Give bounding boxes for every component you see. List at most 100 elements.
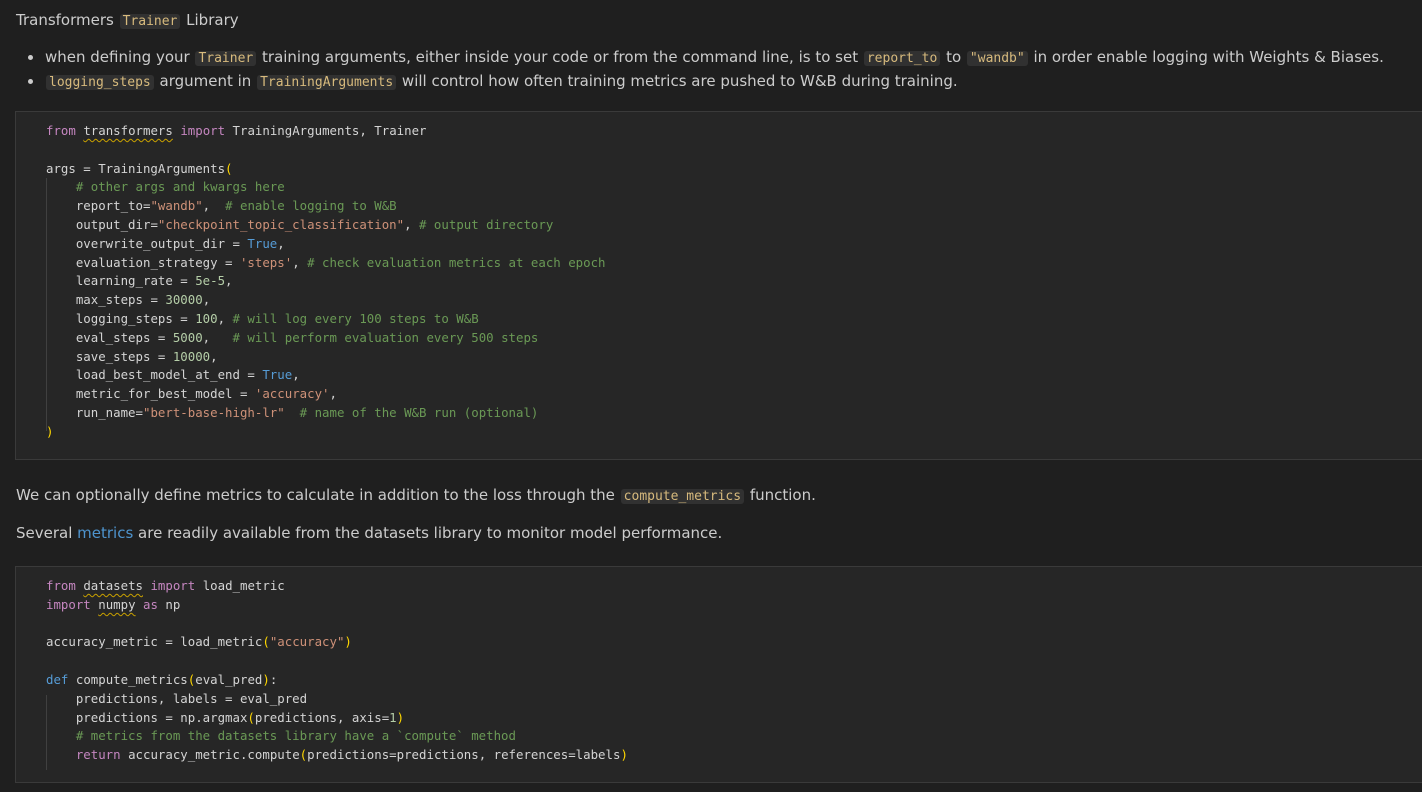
- code-comment: # output directory: [419, 216, 554, 232]
- paragraph-text: We can optionally define metrics to calc…: [16, 486, 620, 504]
- bullet-item-report-to: when defining your Trainer training argu…: [0, 46, 1422, 70]
- bullet-text: to: [941, 48, 966, 66]
- code-cell-compute-metrics[interactable]: from datasets import load_metric import …: [15, 566, 1422, 783]
- bullet-item-logging-steps: logging_steps argument in TrainingArgume…: [0, 70, 1422, 94]
- code-token: ,: [292, 254, 308, 270]
- markdown-paragraph-compute-metrics: We can optionally define metrics to calc…: [16, 484, 816, 508]
- bullet-text: in order enable logging with Weights & B…: [1028, 48, 1384, 66]
- code-editor[interactable]: from transformers import TrainingArgumen…: [16, 112, 1422, 442]
- code-token: run_name=: [75, 404, 143, 420]
- code-keyword: True: [262, 367, 293, 383]
- code-number: 10000: [172, 348, 211, 364]
- code-token: TrainingArguments, Trainer: [232, 123, 427, 138]
- code-token-module: datasets: [83, 578, 143, 593]
- code-comment: # other args and kwargs here: [75, 179, 285, 195]
- code-token: save_steps =: [75, 348, 173, 364]
- code-token: evaluation_strategy =: [75, 254, 240, 270]
- code-token: predictions, labels = eval_pred: [75, 690, 308, 706]
- inline-code-logging-steps: logging_steps: [46, 75, 154, 90]
- inline-code-training-arguments: TrainingArguments: [257, 75, 397, 90]
- bullet-list: when defining your Trainer training argu…: [0, 46, 1422, 94]
- paragraph-text: Several: [16, 524, 78, 542]
- inline-code-trainer: Trainer: [119, 14, 181, 29]
- indent-guide: [46, 695, 47, 770]
- code-token: from: [46, 578, 76, 593]
- code-token: ,: [277, 235, 285, 251]
- code-token: import: [150, 578, 196, 593]
- code-token: as: [143, 596, 158, 612]
- code-token: :: [269, 671, 278, 687]
- code-string: 'accuracy': [254, 386, 330, 402]
- code-token: import: [180, 123, 226, 138]
- code-keyword: def: [46, 671, 69, 687]
- code-token: ,: [404, 216, 420, 232]
- code-token: np: [165, 596, 181, 612]
- code-token-module: transformers: [83, 123, 173, 138]
- code-token: logging_steps =: [75, 310, 196, 326]
- code-number: 5e-5: [195, 273, 226, 289]
- bullet-text: argument in: [154, 72, 257, 90]
- code-token: ,: [202, 292, 211, 308]
- paragraph-text: are readily available from the datasets …: [133, 524, 723, 542]
- code-comment: # name of the W&B run (optional): [299, 404, 539, 420]
- code-token: ,: [217, 310, 233, 326]
- code-token: ,: [329, 386, 337, 402]
- code-token: report_to=: [75, 198, 151, 214]
- inline-code-compute-metrics: compute_metrics: [620, 489, 745, 504]
- code-token: load_best_model_at_end =: [75, 367, 263, 383]
- code-token: predictions = np.argmax: [75, 709, 248, 725]
- code-token: output_dir=: [75, 216, 158, 232]
- code-token: from: [46, 123, 76, 138]
- code-comment: # enable logging to W&B: [225, 198, 397, 214]
- code-keyword: True: [247, 235, 278, 251]
- code-number: 100: [195, 310, 218, 326]
- markdown-paragraph-metrics: Several metrics are readily available fr…: [16, 522, 722, 544]
- heading-text: Transformers: [16, 11, 119, 29]
- code-token: ,: [202, 329, 233, 345]
- code-comment: # will log every 100 steps to W&B: [232, 310, 479, 326]
- code-string: 'steps': [239, 254, 293, 270]
- code-token: eval_pred: [195, 671, 263, 687]
- code-token: ,: [210, 348, 218, 364]
- inline-code-wandb: "wandb": [966, 51, 1028, 66]
- metrics-link[interactable]: metrics: [77, 524, 133, 542]
- code-token: predictions=predictions, references=labe…: [307, 747, 621, 763]
- code-number: 30000: [165, 292, 203, 308]
- code-token: eval_steps =: [75, 329, 173, 345]
- code-token: metric_for_best_model =: [75, 386, 255, 402]
- bullet-text: will control how often training metrics …: [397, 72, 958, 90]
- bullet-text: when defining your: [45, 48, 195, 66]
- code-token: predictions, axis=: [254, 709, 390, 725]
- code-token: ,: [202, 198, 226, 214]
- code-editor[interactable]: from datasets import load_metric import …: [16, 567, 1422, 765]
- code-token-module: numpy: [98, 596, 136, 612]
- code-token: learning_rate =: [75, 273, 196, 289]
- code-comment: # metrics from the datasets library have…: [75, 728, 516, 744]
- code-cell-training-args[interactable]: from transformers import TrainingArgumen…: [15, 111, 1422, 460]
- markdown-heading: Transformers Trainer Library: [16, 9, 239, 33]
- code-number: 5000: [172, 329, 203, 345]
- code-function-name: compute_metrics: [75, 671, 188, 687]
- code-string: "checkpoint_topic_classification": [157, 216, 405, 232]
- code-string: "accuracy": [269, 634, 345, 650]
- code-comment: # check evaluation metrics at each epoch: [307, 254, 606, 270]
- indent-guide: [46, 178, 47, 431]
- code-token: max_steps =: [75, 292, 166, 308]
- code-string: "wandb": [150, 198, 203, 214]
- code-token: ,: [225, 273, 233, 289]
- code-token: accuracy_metric = load_metric: [46, 634, 263, 650]
- code-token: ,: [292, 367, 300, 383]
- code-number: 1: [389, 709, 397, 725]
- paragraph-text: function.: [745, 486, 816, 504]
- code-token: load_metric: [202, 578, 285, 593]
- heading-text-end: Library: [181, 11, 239, 29]
- inline-code-report-to: report_to: [863, 51, 941, 66]
- inline-code-trainer: Trainer: [195, 51, 257, 66]
- code-token: overwrite_output_dir =: [75, 235, 248, 251]
- code-token: import: [46, 596, 91, 612]
- code-string: "bert-base-high-lr": [142, 404, 285, 420]
- code-token: accuracy_metric.compute: [128, 747, 300, 763]
- code-token: args = TrainingArguments: [46, 160, 226, 176]
- code-keyword: return: [75, 747, 121, 763]
